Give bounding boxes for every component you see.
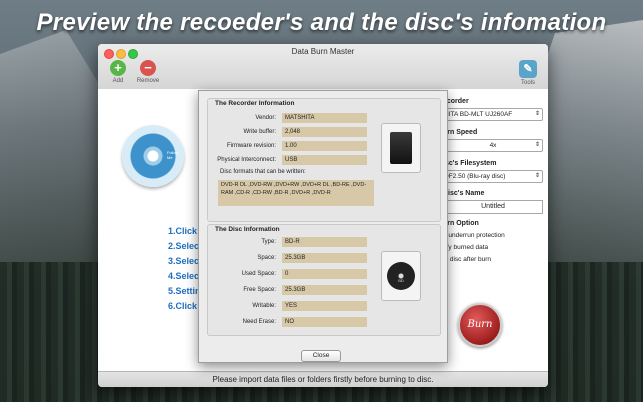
row-label: Free Space: — [243, 287, 276, 293]
disc-info-row: Used Space: 0 — [208, 269, 368, 279]
bd-label: BD — [398, 278, 404, 283]
row-value: 2,048 — [282, 127, 367, 137]
row-value: 25.3GB — [282, 285, 367, 295]
tools-label: Tools — [520, 80, 535, 86]
row-value: MATSHITA — [282, 113, 367, 123]
option-underrun-protection[interactable]: n underrun protection — [443, 230, 548, 242]
title-bar: Data Burn Master + Add − Remove ✎ Tools — [98, 44, 548, 90]
filesystem-select[interactable]: DF2.50 (Blu-ray disc) ⇕ — [443, 170, 543, 183]
close-button[interactable]: Close — [301, 350, 341, 362]
recorder-info-row: Write buffer: 2,048 — [208, 127, 368, 137]
row-value: USB — [282, 155, 367, 165]
recorder-info-row: Physical Interconnect: USB — [208, 155, 368, 165]
option-eject-disc[interactable]: ct disc after burn — [443, 254, 548, 266]
disc-illustration-label: Follow Me — [167, 150, 179, 160]
recorder-value: HITA BD-MLT UJ260AF — [444, 111, 513, 118]
background-mountain-left — [0, 30, 110, 270]
row-value: 1.00 — [282, 141, 367, 151]
background-mountain-right — [533, 20, 643, 280]
chevron-updown-icon: ⇕ — [534, 111, 540, 117]
filesystem-label: isc's Filesystem — [443, 160, 497, 167]
row-value: BD-R — [282, 237, 367, 247]
burn-button[interactable]: Burn — [458, 303, 502, 347]
add-label: Add — [112, 78, 124, 84]
drive-icon — [390, 132, 412, 164]
disc-info-row: Space: 25.3GB — [208, 253, 368, 263]
disc-info-row: Need Erase: NO — [208, 317, 368, 327]
window-title: Data Burn Master — [291, 47, 355, 56]
burn-speed-label: urn Speed — [443, 129, 478, 136]
disc-name-label: Disc's Name — [443, 190, 485, 197]
burn-settings-panel: ecorder HITA BD-MLT UJ260AF ⇕ urn Speed … — [443, 96, 548, 266]
row-label: Writable: — [252, 303, 276, 309]
minus-icon: − — [140, 60, 156, 76]
recorder-select[interactable]: HITA BD-MLT UJ260AF ⇕ — [443, 108, 543, 121]
disc-info-row: Type: BD-R — [208, 237, 368, 247]
row-label: Write buffer: — [243, 129, 276, 135]
bluray-disc-icon: BD — [387, 262, 415, 290]
tools-button[interactable]: ✎ Tools — [508, 60, 548, 86]
row-label: Physical Interconnect: — [217, 157, 276, 163]
wrench-icon: ✎ — [519, 60, 537, 78]
recorder-info-title: The Recorder Information — [215, 100, 295, 107]
disc-info-title: The Disc Information — [215, 226, 280, 233]
plus-icon: + — [110, 60, 126, 76]
row-value: 25.3GB — [282, 253, 367, 263]
remove-label: Remove — [136, 78, 160, 84]
option-verify-data[interactable]: rify burned data — [443, 242, 548, 254]
drive-image — [381, 123, 421, 173]
recorder-info-row: Firmware revision: 1.00 — [208, 141, 368, 151]
row-label: Need Erase: — [242, 319, 276, 325]
remove-button[interactable]: − Remove — [128, 60, 168, 84]
status-bar: Please import data files or folders firs… — [98, 371, 548, 387]
burn-option-label: urn Option — [443, 220, 479, 227]
formats-label: Disc formats that can be written: — [220, 169, 306, 175]
row-value: NO — [282, 317, 367, 327]
filesystem-value: DF2.50 (Blu-ray disc) — [444, 173, 506, 180]
disc-info-row: Writable: YES — [208, 301, 368, 311]
row-label: Firmware revision: — [226, 143, 276, 149]
promo-headline: Preview the recoeder's and the disc's in… — [36, 9, 607, 36]
row-value: YES — [282, 301, 367, 311]
disc-image: BD — [381, 251, 421, 301]
recorder-label: ecorder — [443, 98, 469, 105]
row-label: Used Space: — [241, 271, 276, 277]
burn-speed-select[interactable]: 4x ⇕ — [443, 139, 543, 152]
burn-speed-value: 4x — [489, 142, 497, 149]
row-value: 0 — [282, 269, 367, 279]
recorder-info-row: Vendor: MATSHITA — [208, 113, 368, 123]
row-label: Type: — [261, 239, 276, 245]
formats-value: DVD-R DL ,DVD-RW ,DVD+RW ,DVD+R DL ,BD-R… — [218, 180, 374, 206]
disc-illustration: Follow Me — [122, 125, 184, 187]
recorder-info-group: The Recorder Information Vendor: MATSHIT… — [207, 98, 441, 222]
disc-info-row: Free Space: 25.3GB — [208, 285, 368, 295]
disc-info-group: The Disc Information Type: BD-R Space: 2… — [207, 224, 441, 336]
disc-name-field[interactable]: Untitled — [443, 200, 543, 214]
info-sheet: The Recorder Information Vendor: MATSHIT… — [198, 90, 448, 363]
chevron-updown-icon: ⇕ — [534, 173, 540, 179]
row-label: Vendor: — [255, 115, 276, 121]
chevron-updown-icon: ⇕ — [534, 142, 540, 148]
row-label: Space: — [257, 255, 276, 261]
